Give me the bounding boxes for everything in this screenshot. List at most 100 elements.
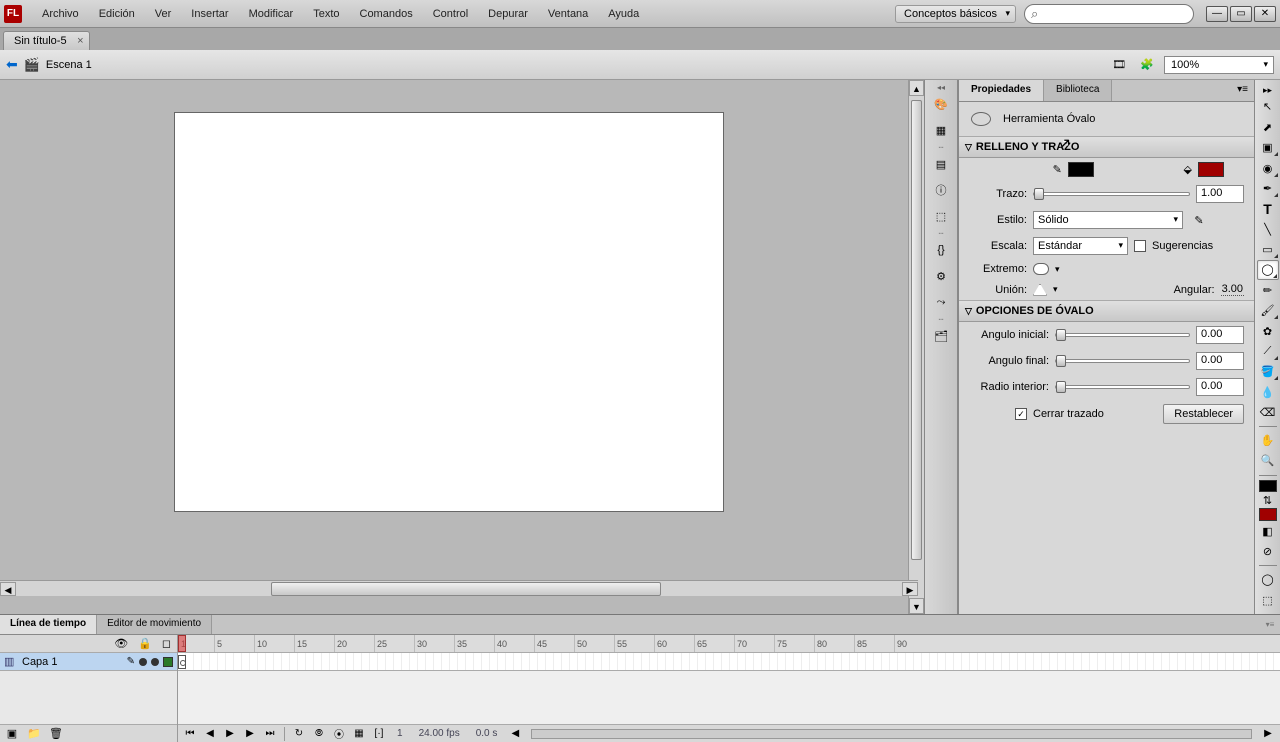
tab-biblioteca[interactable]: Biblioteca <box>1044 80 1112 101</box>
menu-ayuda[interactable]: Ayuda <box>598 8 649 20</box>
stroke-color-tool[interactable] <box>1259 480 1277 493</box>
onion-skin-icon[interactable]: ⦾ <box>311 727 327 741</box>
goto-last-icon[interactable]: ⏭ <box>262 727 278 741</box>
join-dropdown-icon[interactable]: ▾ <box>1053 284 1058 295</box>
end-angle-input[interactable]: 0.00 <box>1196 352 1244 370</box>
menu-control[interactable]: Control <box>423 8 478 20</box>
layer-visible-dot[interactable] <box>139 658 147 666</box>
panel-swatches-icon[interactable]: ▦ <box>929 118 953 142</box>
play-icon[interactable]: ▶ <box>222 727 238 741</box>
menu-texto[interactable]: Texto <box>303 8 349 20</box>
panel-transform-icon[interactable]: ⬚ <box>929 204 953 228</box>
menu-depurar[interactable]: Depurar <box>478 8 538 20</box>
restore-button[interactable]: ▭ <box>1230 6 1252 22</box>
goto-first-icon[interactable]: ⏮ <box>182 727 198 741</box>
zoom-select[interactable]: 100% <box>1164 56 1274 74</box>
keyframe[interactable] <box>178 655 186 669</box>
document-tab[interactable]: Sin título-5 × <box>3 31 90 50</box>
eraser-tool[interactable]: ⌫ <box>1257 403 1279 422</box>
panel-color-icon[interactable]: 🎨 <box>929 92 953 116</box>
layer-row[interactable]: ▥ Capa 1 ✎ <box>0 653 177 671</box>
object-drawing-toggle[interactable]: ◯ <box>1257 570 1279 589</box>
timeline-ruler[interactable]: 151015202530354045505560657075808590 <box>178 635 1280 653</box>
visibility-header-icon[interactable]: 👁 <box>114 637 128 650</box>
tab-propiedades[interactable]: Propiedades <box>959 80 1044 101</box>
hscroll-left[interactable]: ◀ <box>0 582 16 596</box>
tab-linea-tiempo[interactable]: Línea de tiempo <box>0 615 97 634</box>
subselection-tool[interactable]: ⬈ <box>1257 118 1279 137</box>
stroke-weight-input[interactable]: 1.00 <box>1196 185 1244 203</box>
bone-tool[interactable]: ⟋ <box>1257 342 1279 361</box>
minimize-button[interactable]: — <box>1206 6 1228 22</box>
inner-radius-slider[interactable] <box>1055 385 1190 389</box>
cap-dropdown-icon[interactable]: ▾ <box>1055 264 1060 275</box>
hand-tool[interactable]: ✋ <box>1257 431 1279 450</box>
sugerencias-checkbox[interactable] <box>1134 240 1146 252</box>
selection-tool[interactable]: ↖ <box>1257 97 1279 116</box>
new-folder-icon[interactable]: 📁 <box>26 727 42 741</box>
menu-ver[interactable]: Ver <box>145 8 182 20</box>
start-angle-slider[interactable] <box>1055 333 1190 337</box>
horizontal-scrollbar[interactable] <box>16 582 902 596</box>
hscroll-right-frames[interactable]: ▶ <box>1260 727 1276 741</box>
free-transform-tool[interactable]: ▣ <box>1257 138 1279 157</box>
modify-markers-icon[interactable]: [·] <box>371 727 387 741</box>
angular-value[interactable]: 3.00 <box>1221 283 1244 296</box>
back-arrow-icon[interactable]: ⬅ <box>6 56 18 73</box>
inner-radius-input[interactable]: 0.00 <box>1196 378 1244 396</box>
lock-header-icon[interactable]: 🔒 <box>138 637 152 650</box>
hscroll-right[interactable]: ▶ <box>902 582 918 596</box>
menu-edicion[interactable]: Edición <box>89 8 145 20</box>
eyedropper-tool[interactable]: 💧 <box>1257 382 1279 401</box>
rectangle-tool[interactable]: ▭ <box>1257 240 1279 259</box>
restablecer-button[interactable]: Restablecer <box>1163 404 1244 424</box>
panel-code-icon[interactable]: {} <box>929 238 953 262</box>
edit-symbols-icon[interactable]: 🧩 <box>1136 54 1158 76</box>
stage-canvas[interactable] <box>174 112 724 512</box>
edit-multiple-icon[interactable]: ▦ <box>351 727 367 741</box>
hscroll-left-frames[interactable]: ◀ <box>507 727 523 741</box>
frame-track[interactable] <box>178 653 1280 671</box>
cerrar-trazado-checkbox[interactable] <box>1015 408 1027 420</box>
collapse-handle[interactable]: ◂◂ <box>929 84 953 90</box>
search-input[interactable] <box>1024 4 1194 24</box>
panel-info-icon[interactable]: ⓘ <box>929 178 953 202</box>
timeline-options-icon[interactable]: ▾≡ <box>1260 615 1280 634</box>
menu-ventana[interactable]: Ventana <box>538 8 598 20</box>
deco-tool[interactable]: ✿ <box>1257 321 1279 340</box>
panel-project-icon[interactable]: 🗂 <box>929 324 953 348</box>
layer-name[interactable]: Capa 1 <box>22 656 123 668</box>
tab-editor-movimiento[interactable]: Editor de movimiento <box>97 615 212 634</box>
section-opciones-ovalo[interactable]: ▽ OPCIONES DE ÓVALO <box>959 300 1254 322</box>
cap-style-icon[interactable] <box>1033 263 1049 275</box>
line-tool[interactable]: ╲ <box>1257 219 1279 238</box>
panel-options-icon[interactable]: ▾≡ <box>1231 80 1254 101</box>
expand-toolbar-icon[interactable]: ▸▸ <box>1257 84 1279 96</box>
pen-tool[interactable]: ✒ <box>1257 179 1279 198</box>
stroke-weight-slider[interactable] <box>1033 192 1190 196</box>
stroke-color-swatch[interactable] <box>1068 162 1094 177</box>
start-angle-input[interactable]: 0.00 <box>1196 326 1244 344</box>
layer-outline-toggle[interactable] <box>163 657 173 667</box>
scale-select[interactable]: Estándar <box>1033 237 1128 255</box>
fill-color-swatch[interactable] <box>1198 162 1224 177</box>
no-color-icon[interactable]: ⊘ <box>1257 542 1279 561</box>
delete-layer-icon[interactable]: 🗑 <box>48 727 64 741</box>
workspace-selector[interactable]: Conceptos básicos <box>895 5 1016 23</box>
stroke-style-select[interactable]: Sólido <box>1033 211 1183 229</box>
lasso-tool[interactable]: ◉ <box>1257 158 1279 177</box>
new-layer-icon[interactable]: ▣ <box>4 727 20 741</box>
zoom-tool[interactable]: 🔍 <box>1257 451 1279 470</box>
playhead[interactable] <box>178 635 186 652</box>
onion-outline-icon[interactable]: ⦿ <box>331 727 347 741</box>
menu-modificar[interactable]: Modificar <box>239 8 304 20</box>
join-style-icon[interactable] <box>1033 284 1047 296</box>
outline-header-icon[interactable]: ◻ <box>162 637 171 650</box>
default-colors-icon[interactable]: ◧ <box>1257 522 1279 541</box>
swap-colors-icon[interactable]: ⇅ <box>1257 493 1279 507</box>
loop-icon[interactable]: ↻ <box>291 727 307 741</box>
menu-insertar[interactable]: Insertar <box>181 8 238 20</box>
section-relleno-trazo[interactable]: ▽ RELLENO Y TRAZO <box>959 136 1254 158</box>
pencil-tool[interactable]: ✏ <box>1257 281 1279 300</box>
menu-comandos[interactable]: Comandos <box>350 8 423 20</box>
